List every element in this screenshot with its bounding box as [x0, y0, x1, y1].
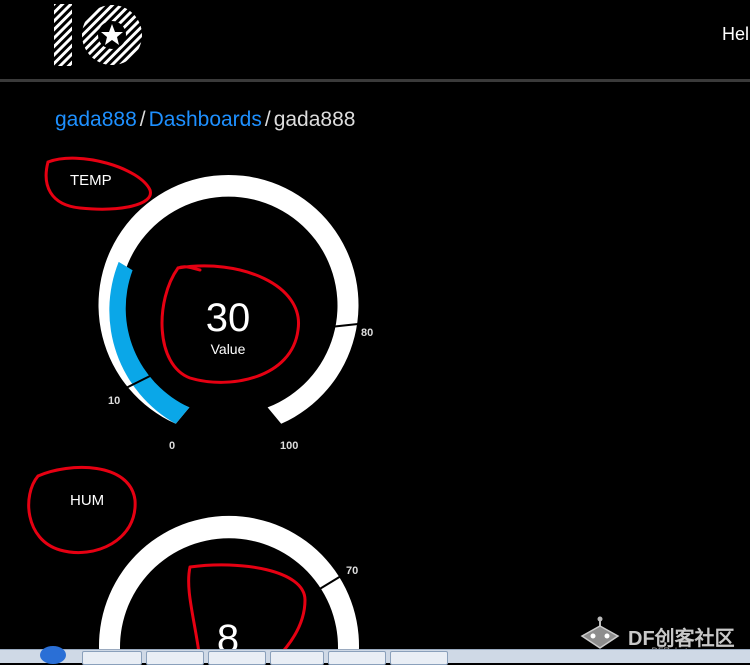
taskbar-app-icon[interactable] [270, 651, 324, 665]
taskbar-app-icon[interactable] [390, 651, 448, 665]
start-button[interactable] [40, 646, 66, 664]
gauge-high-label: 70 [346, 565, 359, 577]
os-taskbar [0, 646, 750, 665]
taskbar-app-icon[interactable] [328, 651, 386, 665]
taskbar-app-icon[interactable] [208, 651, 266, 665]
hum-gauge [99, 515, 359, 662]
taskbar-app-icon[interactable] [146, 651, 204, 665]
taskbar-app-icon[interactable] [82, 651, 142, 665]
